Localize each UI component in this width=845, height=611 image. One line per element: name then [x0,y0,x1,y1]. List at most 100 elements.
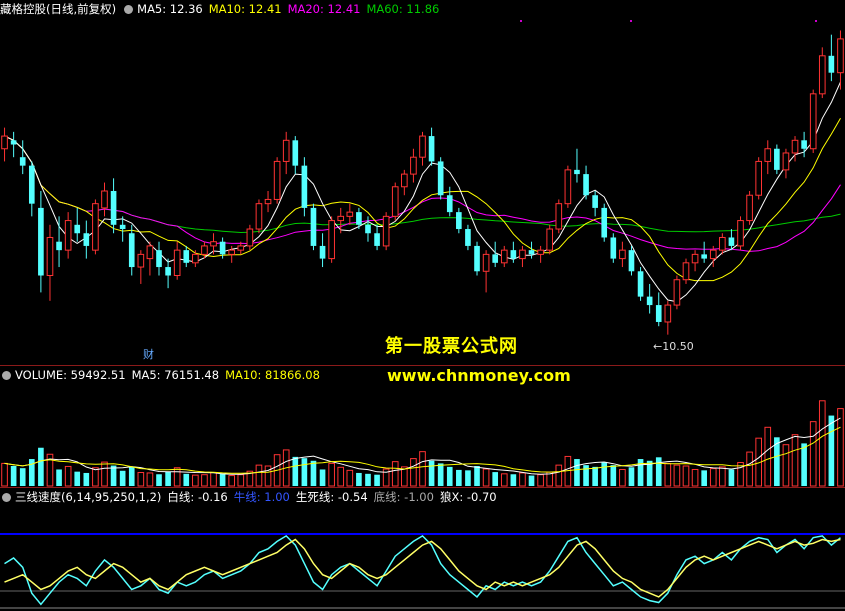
candle-body-up [255,203,263,230]
candle-body-up [419,135,426,158]
indicator-panel[interactable]: 三线速度(6,14,95,250,1,2) 白线: -0.16 牛线: 1.00 生死… [0,488,845,611]
gear-icon[interactable] [2,371,11,380]
price-header: 藏格控股(日线,前复权) MA5: 12.36 MA10: 12.41 MA20: 1… [0,0,445,18]
candle-body-up [555,203,563,230]
candle-body-up [401,173,408,188]
stock-title: 藏格控股(日线,前复权) [0,2,117,16]
volume-bar-down [38,447,44,486]
gear-icon[interactable] [2,493,11,502]
candle-body-down [110,191,117,225]
volume-bar-down [592,466,598,486]
volume-ma10-line [4,426,841,474]
candle-body-up [391,186,399,217]
volume-bar-up [664,462,672,487]
watermark-url: www.chnmoney.com [387,366,571,385]
volume-bar-up [519,472,526,487]
candle-body-down [446,195,453,213]
candle-body-down [301,165,308,208]
candle-body-up [546,228,554,251]
candle-body-down [592,195,598,208]
volume-bar-up [337,466,345,487]
volume-bar-down [19,468,26,486]
volume-bar-up [673,464,681,487]
volume-bar-up [419,451,426,487]
volume-bar-up [146,472,154,487]
volume-bar-down [319,469,326,486]
signal-dot [630,20,632,22]
volume-bar-up [173,467,181,487]
candle-body-down [183,250,190,263]
vol-ma5-label: MA5: 76151.48 [131,368,220,382]
volume-header: VOLUME: 59492.51 MA5: 76151.48 MA10: 81866… [0,366,326,384]
candle-body-up [755,160,762,196]
volume-bar-down [701,470,707,486]
volume-bar-down [610,465,617,486]
volume-bar-down [165,471,171,486]
candle-body-up [764,148,772,162]
candle-body-up [837,38,844,74]
volume-bar-up [410,458,417,487]
candle-body-up [382,215,390,247]
candle-body-down [165,267,171,276]
volume-label: VOLUME: 59492.51 [15,368,126,382]
candle-body-up [146,245,154,260]
candle-body-down [374,233,380,246]
volume-bar-up [500,473,508,487]
candle-body-up [237,245,245,251]
volume-bar-down [83,472,90,486]
life-line-label: 生死线: -0.54 [295,490,368,504]
candle-body-up [337,215,345,222]
gear-icon[interactable] [124,5,134,14]
candle-body-up [809,93,817,150]
candle-body-down [119,224,126,230]
volume-bar-down [301,458,308,486]
candle-body-up [746,194,753,222]
candle-body-down [156,250,162,268]
candle-body-down [219,241,226,255]
candle-body-down [646,296,653,306]
ma10-label: MA10: 12.41 [208,2,282,16]
volume-bar-up [1,462,8,487]
volume-bar-down [474,466,480,486]
candle-body-down [456,212,462,230]
indicator-name: 三线速度(6,14,95,250,1,2) [15,490,162,504]
volume-bar-down [601,462,608,486]
candle-body-up [210,241,217,247]
volume-bar-up [719,466,726,487]
volume-bar-down [10,466,17,486]
candle-body-down [356,212,362,225]
volume-bar-down [128,466,135,486]
price-panel[interactable]: 藏格控股(日线,前复权) MA5: 12.36 MA10: 12.41 MA20: 1… [0,0,845,366]
white-line [4,534,841,606]
volume-bar-up [64,465,72,487]
volume-bar-up [255,464,263,487]
volume-bar-down [183,473,190,486]
candle-body-up [791,139,799,154]
volume-bar-up [101,461,108,487]
candle-body-down [637,271,644,297]
volume-bar-up [237,474,245,487]
candlestick-chart[interactable] [0,0,845,366]
candle-body-down [38,207,44,276]
volume-bar-down [292,456,299,486]
volume-bar-down [365,473,371,486]
watermark-cn: 第一股票公式网 [385,336,518,357]
volume-bar-down [828,415,835,486]
candle-body-up [537,249,544,255]
volume-bar-up [818,400,826,487]
volume-bar-up [328,462,335,487]
indicator-chart[interactable] [0,488,845,611]
candle-body-up [619,249,626,260]
candle-body-down [428,136,435,162]
volume-bar-down [655,457,662,486]
volume-bar-up [809,421,817,487]
candle-body-up [782,152,790,171]
candle-body-up [691,253,699,264]
volume-bar-down [428,460,435,486]
volume-bar-down [356,472,362,486]
volume-bar-up [228,475,236,487]
volume-bar-down [437,463,444,486]
volume-bar-down [456,469,462,486]
volume-bar-down [628,467,635,486]
volume-bar-down [574,459,580,486]
